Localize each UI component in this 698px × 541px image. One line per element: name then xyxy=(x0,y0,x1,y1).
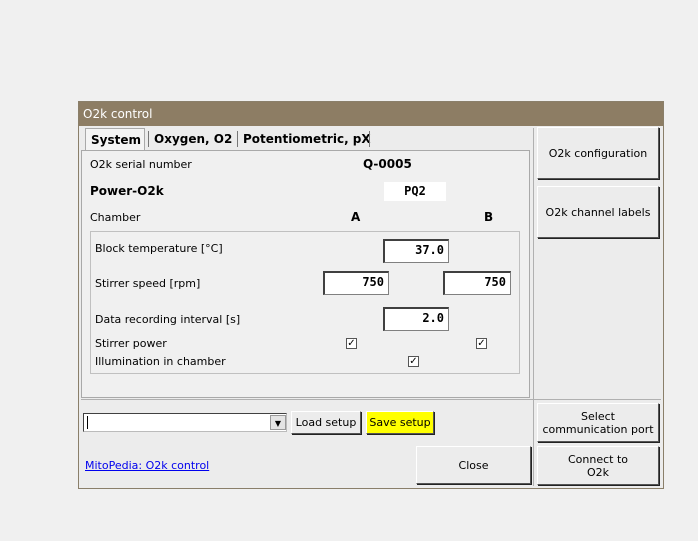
connect-line2: O2k xyxy=(586,465,610,479)
load-setup-button[interactable]: Load setup xyxy=(291,411,361,434)
text-caret xyxy=(87,416,88,429)
mitopedia-link[interactable]: MitoPedia: O2k control xyxy=(85,459,209,472)
horizontal-divider xyxy=(81,399,661,400)
tab-system[interactable]: System xyxy=(85,128,145,150)
power-o2k-value: PQ2 xyxy=(384,182,446,201)
chamber-label: Chamber xyxy=(90,211,141,224)
chamber-b-header: B xyxy=(484,210,494,224)
vertical-divider xyxy=(533,128,534,486)
system-panel: O2k serial number Q-0005 Power-O2k PQ2 C… xyxy=(81,150,530,398)
stirrer-power-b-checkbox[interactable]: ✓ xyxy=(476,338,487,349)
setup-combo[interactable]: ▼ xyxy=(83,413,287,432)
data-interval-label: Data recording interval [s] xyxy=(95,313,241,326)
tab-potentiometric[interactable]: Potentiometric, pX xyxy=(238,128,374,150)
save-setup-button[interactable]: Save setup xyxy=(366,411,434,434)
check-mark-icon: ✓ xyxy=(409,356,418,367)
stirrer-speed-label: Stirrer speed [rpm] xyxy=(95,277,201,290)
o2k-control-dialog: O2k control System Oxygen, O2 Potentiome… xyxy=(78,101,664,489)
check-mark-icon: ✓ xyxy=(477,338,486,349)
chamber-a-header: A xyxy=(351,210,361,224)
tab-oxygen[interactable]: Oxygen, O2 xyxy=(149,128,241,150)
close-button[interactable]: Close xyxy=(416,446,531,484)
stirrer-speed-a-field[interactable]: 750 xyxy=(323,271,389,295)
serial-number-label: O2k serial number xyxy=(90,158,192,171)
serial-number-value: Q-0005 xyxy=(363,157,412,171)
select-communication-port-button[interactable]: Select communication port xyxy=(537,403,659,442)
o2k-channel-labels-button[interactable]: O2k channel labels xyxy=(537,186,659,238)
stirrer-speed-b-field[interactable]: 750 xyxy=(443,271,511,295)
block-temperature-label: Block temperature [°C] xyxy=(95,242,223,255)
block-temperature-field[interactable]: 37.0 xyxy=(383,239,449,263)
select-port-line1: Select xyxy=(581,409,615,423)
stirrer-power-label: Stirrer power xyxy=(95,337,167,350)
data-interval-field[interactable]: 2.0 xyxy=(383,307,449,331)
power-o2k-label: Power-O2k xyxy=(90,184,164,198)
o2k-configuration-button[interactable]: O2k configuration xyxy=(537,127,659,179)
select-port-line2: communication port xyxy=(542,422,654,436)
check-mark-icon: ✓ xyxy=(347,338,356,349)
tab-strip: System Oxygen, O2 Potentiometric, pX xyxy=(81,126,530,152)
chamber-settings-group: Block temperature [°C] 37.0 Stirrer spee… xyxy=(90,231,520,374)
illumination-label: Illumination in chamber xyxy=(95,355,226,368)
dialog-title: O2k control xyxy=(79,102,663,126)
stirrer-power-a-checkbox[interactable]: ✓ xyxy=(346,338,357,349)
connect-to-o2k-button[interactable]: Connect to O2k xyxy=(537,446,659,485)
chevron-down-icon[interactable]: ▼ xyxy=(270,415,286,430)
illumination-checkbox[interactable]: ✓ xyxy=(408,356,419,367)
tab-separator xyxy=(369,131,370,147)
connect-line1: Connect to xyxy=(567,452,629,466)
